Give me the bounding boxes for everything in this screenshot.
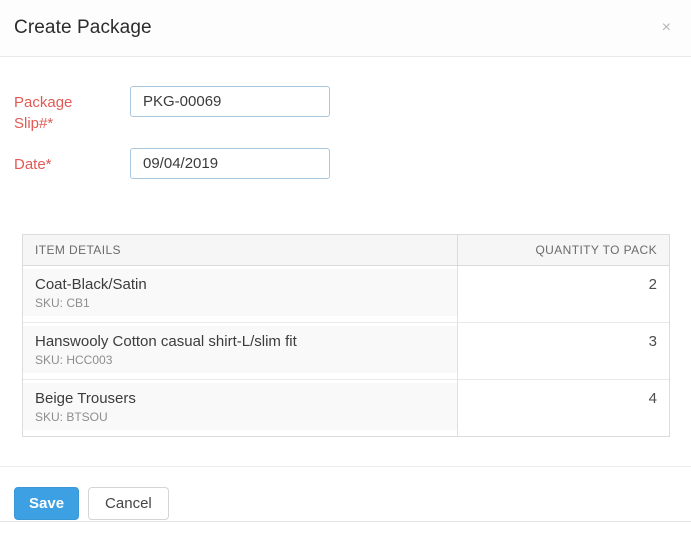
item-box: Hanswooly Cotton casual shirt-L/slim fit…	[23, 326, 457, 373]
item-name: Beige Trousers	[35, 389, 445, 408]
modal-header: Create Package ×	[0, 0, 691, 57]
cancel-button[interactable]: Cancel	[88, 487, 169, 520]
modal-footer: Save Cancel	[0, 466, 691, 540]
date-input[interactable]	[130, 148, 330, 179]
items-table: ITEM DETAILS QUANTITY TO PACK Coat-Black…	[22, 234, 670, 437]
package-form: Package Slip#* Date*	[0, 57, 691, 193]
package-slip-label: Package Slip#*	[14, 86, 94, 134]
column-header-item-details: ITEM DETAILS	[23, 235, 458, 265]
item-name: Coat-Black/Satin	[35, 275, 445, 294]
create-package-modal: Create Package × Package Slip#* Date* IT…	[0, 0, 691, 522]
item-sku: SKU: BTSOU	[35, 410, 445, 425]
item-sku: SKU: CB1	[35, 296, 445, 311]
item-name: Hanswooly Cotton casual shirt-L/slim fit	[35, 332, 445, 351]
table-row: Coat-Black/Satin SKU: CB1 2	[23, 266, 669, 322]
item-sku: SKU: HCC003	[35, 353, 445, 368]
table-row: Beige Trousers SKU: BTSOU 4	[23, 379, 669, 436]
item-box: Coat-Black/Satin SKU: CB1	[23, 269, 457, 316]
item-details-cell: Coat-Black/Satin SKU: CB1	[23, 266, 458, 322]
item-details-cell: Hanswooly Cotton casual shirt-L/slim fit…	[23, 323, 458, 379]
quantity-value[interactable]: 2	[458, 266, 669, 322]
date-label: Date*	[14, 148, 94, 175]
item-details-cell: Beige Trousers SKU: BTSOU	[23, 380, 458, 436]
close-icon[interactable]: ×	[658, 18, 675, 38]
table-row: Hanswooly Cotton casual shirt-L/slim fit…	[23, 322, 669, 379]
date-field-row: Date*	[14, 148, 691, 179]
column-header-quantity-to-pack: QUANTITY TO PACK	[458, 243, 669, 257]
package-slip-field-row: Package Slip#*	[14, 86, 691, 134]
item-box: Beige Trousers SKU: BTSOU	[23, 383, 457, 430]
quantity-value[interactable]: 3	[458, 323, 669, 379]
package-slip-input[interactable]	[130, 86, 330, 117]
table-header-row: ITEM DETAILS QUANTITY TO PACK	[23, 235, 669, 266]
modal-title: Create Package	[14, 17, 152, 39]
quantity-value[interactable]: 4	[458, 380, 669, 436]
save-button[interactable]: Save	[14, 487, 79, 520]
